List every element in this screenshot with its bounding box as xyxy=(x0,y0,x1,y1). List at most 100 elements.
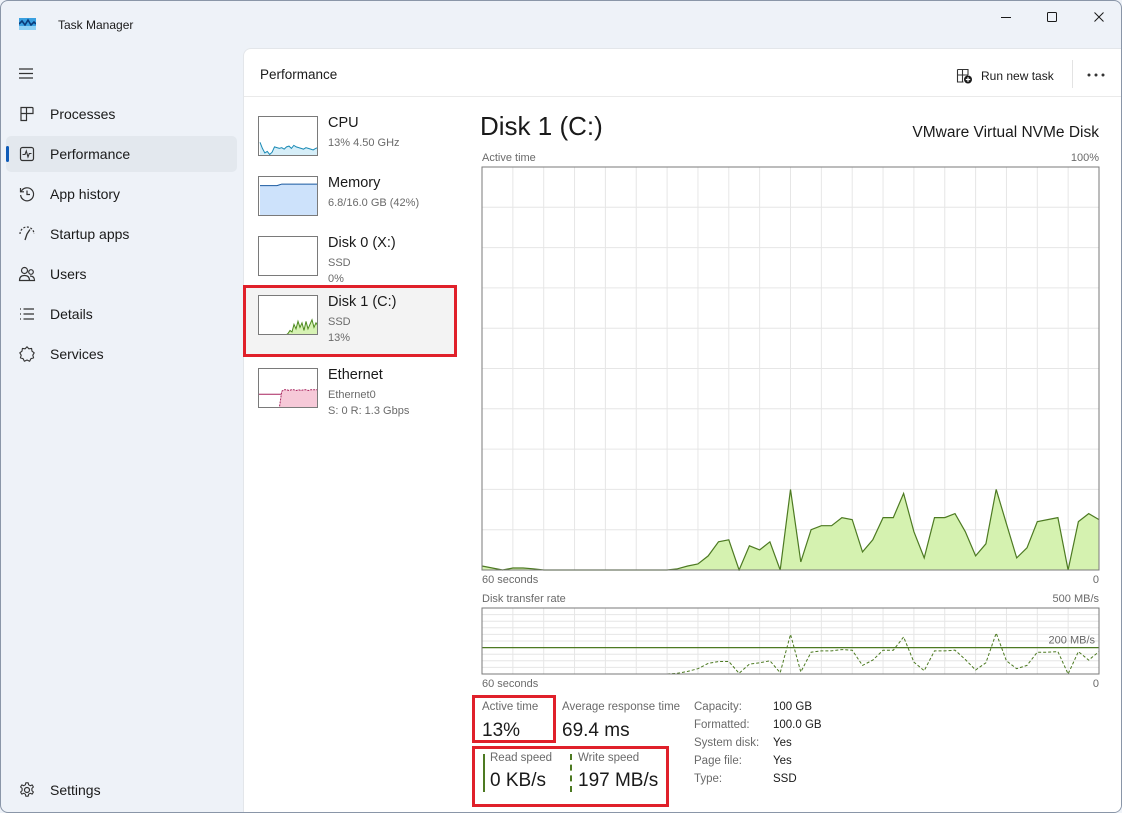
read-speed-label: Read speed xyxy=(490,752,553,764)
sidebar-item-label: Processes xyxy=(50,106,116,122)
active-time-chart-label: Active time xyxy=(482,152,536,164)
avg-response-value: 69.4 ms xyxy=(562,720,630,741)
sidebar-item-label: Services xyxy=(50,346,104,362)
hamburger-menu-button[interactable] xyxy=(17,65,37,81)
property-label: Formatted: xyxy=(694,719,750,731)
device-name: Disk 1 (C:) xyxy=(328,294,397,310)
device-detail-line-2: S: 0 R: 1.3 Gbps xyxy=(328,405,410,417)
transfer-rate-chart: 200 MB/s xyxy=(481,607,1100,675)
thumbnail-area xyxy=(279,389,317,407)
header-divider xyxy=(1072,60,1073,88)
run-task-icon xyxy=(956,68,972,84)
device-detail-line-1: SSD xyxy=(328,316,351,328)
property-label: Page file: xyxy=(694,755,742,767)
device-thumbnail-graph xyxy=(258,116,318,156)
device-item-ethernet[interactable]: Ethernet Ethernet0 S: 0 R: 1.3 Gbps xyxy=(246,361,454,427)
disk-model: VMware Virtual NVMe Disk xyxy=(912,124,1099,141)
transfer-chart-xlabel: 60 seconds xyxy=(482,678,539,690)
write-speed-value: 197 MB/s xyxy=(578,770,659,791)
property-value: Yes xyxy=(773,755,792,767)
device-name: CPU xyxy=(328,115,359,131)
more-options-button[interactable] xyxy=(1082,63,1110,87)
transfer-chart-label: Disk transfer rate xyxy=(482,593,566,605)
run-new-task-button[interactable]: Run new task xyxy=(956,63,1054,89)
close-button[interactable] xyxy=(1076,1,1121,33)
users-icon xyxy=(18,266,36,282)
task-manager-app-icon xyxy=(19,18,36,30)
active-time-chart xyxy=(481,166,1100,571)
device-detail-line-2: 13% xyxy=(328,332,351,344)
sidebar-item-label: Details xyxy=(50,306,93,322)
detail-title: Disk 1 (C:) xyxy=(480,111,603,141)
task-manager-window: Task Manager Processes Performance App h… xyxy=(0,0,1122,813)
device-item-disk-1-c[interactable]: Disk 1 (C:) SSD 13% xyxy=(243,285,457,357)
device-thumbnail-graph xyxy=(258,236,318,276)
active-time-stat-label: Active time xyxy=(482,701,539,713)
gear-icon xyxy=(20,782,34,797)
sidebar-item-label: Users xyxy=(50,266,87,282)
sidebar-item-startup-apps[interactable]: Startup apps xyxy=(6,216,237,252)
reference-line-label: 200 MB/s xyxy=(1049,635,1096,647)
active-time-stat-value: 13% xyxy=(482,720,521,741)
property-value: SSD xyxy=(773,773,797,785)
sidebar-item-details[interactable]: Details xyxy=(6,296,237,332)
device-detail-line-1: SSD xyxy=(328,257,351,269)
title-bar: Task Manager xyxy=(1,1,1121,47)
device-detail-line-1: 13% 4.50 GHz xyxy=(328,137,400,149)
device-thumbnail-graph xyxy=(258,295,318,335)
performance-page: Performance Run new task CPU 13% 4.50 GHz… xyxy=(243,48,1121,812)
device-name: Memory xyxy=(328,175,381,191)
property-value: 100 GB xyxy=(773,701,812,713)
sidebar-item-services[interactable]: Services xyxy=(6,336,237,372)
transfer-chart-zero: 0 xyxy=(1092,678,1099,690)
minimize-icon xyxy=(1001,17,1011,18)
sidebar-item-app-history[interactable]: App history xyxy=(6,176,237,212)
sidebar-item-users[interactable]: Users xyxy=(6,256,237,292)
minimize-button[interactable] xyxy=(983,1,1029,33)
property-label: System disk: xyxy=(694,737,760,749)
maximize-button[interactable] xyxy=(1029,1,1075,33)
active-time-chart-zero: 0 xyxy=(1092,574,1099,586)
property-value: 100.0 GB xyxy=(773,719,822,731)
write-speed-legend-line xyxy=(570,754,572,792)
close-icon xyxy=(1094,12,1104,22)
device-item-disk-0-x[interactable]: Disk 0 (X:) SSD 0% xyxy=(246,229,454,295)
property-label: Capacity: xyxy=(694,701,742,713)
sidebar-item-label: Settings xyxy=(50,782,101,798)
sidebar-item-label: Startup apps xyxy=(50,226,130,242)
maximize-icon xyxy=(1047,12,1057,22)
device-detail-line-1: Ethernet0 xyxy=(328,389,376,401)
sidebar-nav: Processes Performance App history Startu xyxy=(1,47,243,812)
run-new-task-label: Run new task xyxy=(981,69,1054,83)
active-time-chart-xlabel: 60 seconds xyxy=(482,574,539,586)
window-title: Task Manager xyxy=(58,18,134,32)
property-value: Yes xyxy=(773,737,792,749)
history-icon xyxy=(19,187,35,202)
read-speed-value: 0 KB/s xyxy=(490,770,546,791)
read-speed-legend-line xyxy=(483,754,485,792)
more-options-icon xyxy=(1087,73,1105,77)
sidebar-item-label: App history xyxy=(50,186,121,202)
device-item-cpu[interactable]: CPU 13% 4.50 GHz xyxy=(246,109,454,175)
device-thumbnail-graph xyxy=(258,368,318,408)
thumbnail-area xyxy=(260,184,317,215)
active-indicator xyxy=(6,146,9,162)
device-thumbnail-graph xyxy=(258,176,318,216)
sidebar-item-settings[interactable]: Settings xyxy=(6,772,237,808)
device-item-memory[interactable]: Memory 6.8/16.0 GB (42%) xyxy=(246,169,454,235)
services-icon xyxy=(19,346,35,362)
sidebar-item-performance[interactable]: Performance xyxy=(6,136,237,172)
details-icon xyxy=(20,308,34,320)
sidebar-item-label: Performance xyxy=(50,146,131,162)
performance-icon xyxy=(19,146,35,162)
avg-response-label: Average response time xyxy=(562,701,681,713)
device-name: Ethernet xyxy=(328,367,383,383)
processes-icon xyxy=(20,106,34,122)
startup-icon xyxy=(19,226,35,241)
device-detail-line-1: 6.8/16.0 GB (42%) xyxy=(328,197,420,209)
sidebar-item-processes[interactable]: Processes xyxy=(6,96,237,132)
device-name: Disk 0 (X:) xyxy=(328,235,396,251)
page-title: Performance xyxy=(260,67,338,82)
device-detail-line-2: 0% xyxy=(328,273,344,285)
property-label: Type: xyxy=(694,773,723,785)
